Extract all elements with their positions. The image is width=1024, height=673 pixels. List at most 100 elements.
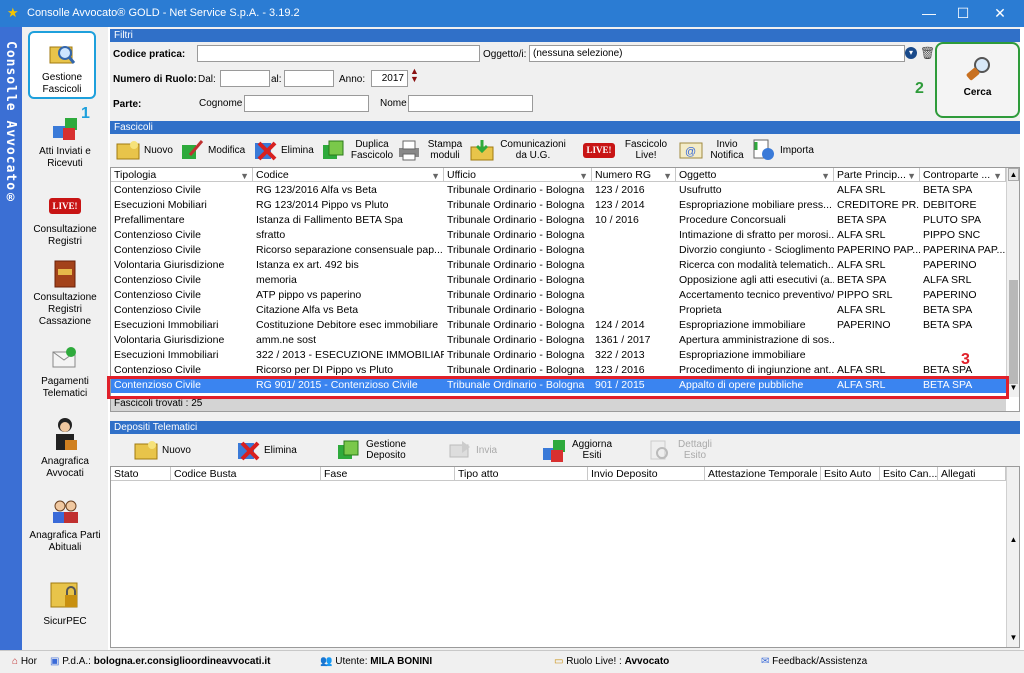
column-header-stato[interactable]: Stato <box>111 467 171 481</box>
sidebar-item-consultazione-registri[interactable]: LIVE! Consultazione Registri <box>22 191 108 248</box>
invio-notifica-button[interactable]: @ Invio Notifica <box>678 138 747 162</box>
filter-icon[interactable]: ▼ <box>240 169 249 182</box>
svg-text:@: @ <box>685 146 696 158</box>
column-header-esito-cancelleria[interactable]: Esito Can... <box>880 467 938 481</box>
fascicolo-live-button[interactable]: LIVE! Fascicolo Live! <box>578 138 669 162</box>
cell-tipologia: Esecuzioni Immobiliari <box>114 349 219 361</box>
table-row[interactable]: Esecuzioni Mobiliari RG 123/2014 Pippo vs… <box>111 198 1006 213</box>
column-header-controparte[interactable]: Controparte ... ▼ <box>920 168 1006 182</box>
cell-oggetto: Usufrutto <box>679 184 722 196</box>
nuovo-fascicolo-button[interactable]: Nuovo <box>115 138 173 162</box>
modifica-button[interactable]: Modifica <box>179 138 245 162</box>
column-header-codice[interactable]: Codice ▼ <box>253 168 444 182</box>
magnifier-folder-icon <box>46 39 78 69</box>
nome-input[interactable] <box>408 95 533 112</box>
cell-parte-principale <box>834 333 920 348</box>
column-header-parte-principale[interactable]: Parte Princip... ▼ <box>834 168 920 182</box>
toolbar-label: Gestione Deposito <box>365 439 407 461</box>
anno-stepper[interactable]: ▲ ▼ <box>410 67 419 84</box>
duplica-fascicolo-button[interactable]: Duplica Fascicolo <box>320 138 395 162</box>
column-header-invio-deposito[interactable]: Invio Deposito <box>588 467 705 481</box>
home-status[interactable]: ⌂ Hor <box>12 656 37 667</box>
column-header-esito-auto[interactable]: Esito Auto <box>821 467 880 481</box>
cell-ufficio: Tribunale Ordinario - Bologna <box>447 319 585 331</box>
scroll-down-button[interactable]: ▼ <box>1008 382 1019 395</box>
cell-oggetto: Opposizione agli atti esecutivi (a... <box>679 274 834 286</box>
comunicazioni-ug-button[interactable]: Comunicazioni da U.G. <box>469 138 568 162</box>
cell-parte-principale: BETA SPA <box>837 214 887 226</box>
column-label: Codice <box>256 169 289 181</box>
table-row[interactable]: Contenzioso Civile memoria Tribunale Ordin… <box>111 273 1006 288</box>
table-row[interactable]: Esecuzioni Immobiliari Costituzione Debit… <box>111 318 1006 333</box>
trash-icon[interactable]: 🗑 <box>920 46 935 60</box>
column-header-allegati[interactable]: Allegati <box>938 467 1006 481</box>
column-header-ufficio[interactable]: Ufficio ▼ <box>444 168 592 182</box>
column-header-fase[interactable]: Fase <box>321 467 455 481</box>
dal-input[interactable] <box>220 70 270 87</box>
sidebar-item-gestione-fascicoli[interactable]: Gestione Fascicoli <box>28 31 96 99</box>
toolbar-label: Aggiorna Esiti <box>571 439 613 461</box>
table-row[interactable]: Contenzioso Civile Citazione Alfa vs Beta… <box>111 303 1006 318</box>
table-row[interactable]: Contenzioso Civile sfratto Tribunale Ordin… <box>111 228 1006 243</box>
sidebar-item-registri-cassazione[interactable]: Consultazione Registri Cassazione <box>22 259 108 328</box>
al-input[interactable] <box>284 70 334 87</box>
table-row[interactable]: Contenzioso Civile Ricorso separazione co… <box>111 243 1006 258</box>
filter-icon[interactable]: ▼ <box>579 169 588 182</box>
sidebar-item-sicurpec[interactable]: SicurPEC <box>22 575 108 628</box>
filter-icon[interactable]: ▼ <box>993 169 1002 182</box>
gestione-deposito-button[interactable]: Gestione Deposito <box>335 438 408 462</box>
minimize-button[interactable]: — <box>912 0 946 27</box>
scroll-thumb[interactable] <box>1009 280 1018 384</box>
oggetto-select[interactable]: (nessuna selezione) <box>529 45 905 62</box>
elimina-fascicolo-button[interactable]: Elimina <box>252 138 314 162</box>
table-row[interactable]: Volontaria Giurisdizione Istanza ex art. … <box>111 258 1006 273</box>
maximize-button[interactable]: ☐ <box>946 0 980 27</box>
column-header-codice-busta[interactable]: Codice Busta <box>171 467 321 481</box>
column-header-tipologia[interactable]: Tipologia ▼ <box>111 168 253 182</box>
feedback-link[interactable]: ✉ Feedback/Assistenza <box>761 656 867 667</box>
scroll-up-button[interactable]: ▲ <box>1008 535 1019 545</box>
sidebar-item-pagamenti-telematici[interactable]: Pagamenti Telematici <box>22 343 108 400</box>
importa-button[interactable]: Importa <box>751 138 814 162</box>
anno-input[interactable]: 2017 <box>371 70 408 87</box>
invia-button[interactable]: Invia <box>447 438 497 462</box>
cell-parte-principale: PAPERINO <box>837 319 891 331</box>
table-row[interactable]: Volontaria Giurisdizione amm.ne sost Tribu… <box>111 333 1006 348</box>
cerca-button[interactable]: Cerca <box>935 42 1020 118</box>
cell-ufficio: Tribunale Ordinario - Bologna <box>447 274 585 286</box>
cell-parte-principale: CREDITORE PR... <box>837 199 920 211</box>
column-header-tipo-atto[interactable]: Tipo atto <box>455 467 588 481</box>
cell-parte-principale: PIPPO SRL <box>837 289 893 301</box>
filter-icon[interactable]: ▼ <box>663 169 672 182</box>
column-header-oggetto[interactable]: Oggetto ▼ <box>676 168 834 182</box>
nuovo-deposito-button[interactable]: Nuovo <box>133 438 191 462</box>
aggiorna-esiti-button[interactable]: Aggiorna Esiti <box>541 438 614 462</box>
scroll-up-button[interactable]: ▲ <box>1008 168 1019 181</box>
oggetto-picker-icon[interactable]: ▾ <box>905 47 917 59</box>
fascicoli-scrollbar[interactable]: ▲ ▼ <box>1006 168 1019 397</box>
sidebar-item-anagrafica-avvocati[interactable]: Anagrafica Avvocati <box>22 415 108 480</box>
filter-icon[interactable]: ▼ <box>907 169 916 182</box>
table-row[interactable]: Contenzioso Civile ATP pippo vs paperino T… <box>111 288 1006 303</box>
table-row[interactable]: Esecuzioni Immobiliari 322 / 2013 - ESECU… <box>111 348 1006 363</box>
cell-tipologia: Esecuzioni Mobiliari <box>114 199 207 211</box>
column-header-attestazione[interactable]: Attestazione Temporale <box>705 467 821 481</box>
scroll-down-button[interactable]: ▼ <box>1008 633 1019 643</box>
elimina-deposito-button[interactable]: Elimina <box>235 438 297 462</box>
table-row[interactable]: Contenzioso Civile RG 123/2016 Alfa vs Be… <box>111 183 1006 198</box>
depositi-scrollbar[interactable]: ▲ ▼ <box>1006 467 1019 647</box>
close-button[interactable]: ✕ <box>983 0 1017 27</box>
dettagli-esito-button[interactable]: Dettagli Esito <box>646 438 715 462</box>
sidebar-item-anagrafica-parti[interactable]: Anagrafica Parti Abituali <box>22 497 108 554</box>
column-header-numero-rg[interactable]: Numero RG ▼ <box>592 168 676 182</box>
cell-codice: Istanza ex art. 492 bis <box>256 259 359 271</box>
dal-label: Dal: <box>198 74 216 85</box>
cognome-input[interactable] <box>244 95 369 112</box>
codice-pratica-input[interactable] <box>197 45 480 62</box>
filter-icon[interactable]: ▼ <box>821 169 830 182</box>
table-row[interactable]: Prefallimentare Istanza di Fallimento BET… <box>111 213 1006 228</box>
sidebar-item-atti-inviati[interactable]: Atti Inviati e Ricevuti <box>22 113 108 170</box>
filter-icon[interactable]: ▼ <box>431 169 440 182</box>
ruolo-value: Avvocato <box>624 656 670 667</box>
stampa-moduli-button[interactable]: Stampa moduli <box>396 138 465 162</box>
